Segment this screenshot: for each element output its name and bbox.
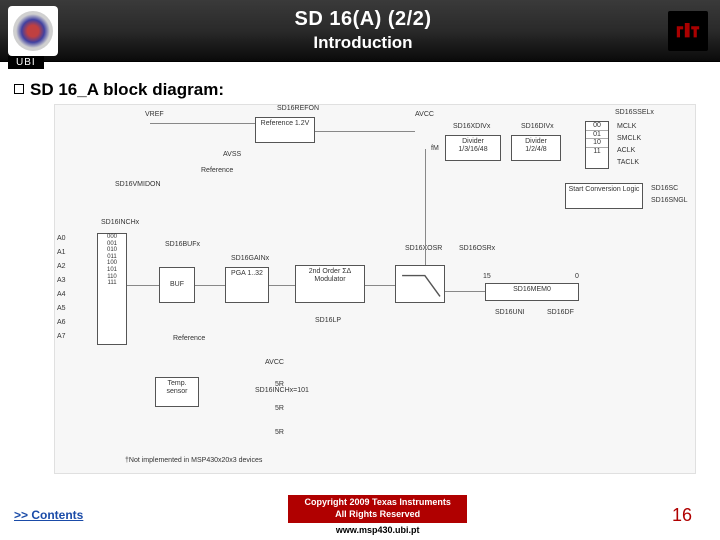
bullet-heading: SD 16_A block diagram: — [14, 80, 706, 100]
mux-111: 111 — [98, 280, 126, 287]
lbl-sd16xdivx: SD16XDIVx — [453, 123, 490, 130]
copyright-line2: All Rights Reserved — [304, 509, 450, 521]
ti-logo-icon — [668, 11, 708, 51]
wire — [127, 285, 159, 286]
blk-buf: BUF — [159, 267, 195, 303]
lbl-a3: A3 — [57, 277, 66, 284]
lbl-sd16uni: SD16UNI — [495, 309, 525, 316]
slide-header: UBI SD 16(A) (2/2) Introduction — [0, 0, 720, 62]
bullet-square-icon — [14, 84, 24, 94]
blk-divider2: Divider 1/2/4/8 — [511, 135, 561, 161]
lbl-r3: 5R — [275, 429, 284, 436]
blk-modulator: 2nd Order ΣΔ Modulator — [295, 265, 365, 303]
crest-icon — [13, 11, 53, 51]
lbl-taclk: TACLK — [617, 159, 639, 166]
mux-011: 011 — [98, 254, 126, 261]
lbl-sd16bufx: SD16BUFx — [165, 241, 200, 248]
lbl-avcc: AVCC — [415, 111, 434, 118]
wire — [445, 291, 485, 292]
lbl-sd16vmidon: SD16VMIDON — [115, 181, 161, 188]
ubi-crest — [8, 6, 58, 56]
lbl-sd16sselx: SD16SSELx — [615, 109, 654, 116]
slide-body: SD 16_A block diagram: VREF AVCC SD16REF… — [0, 62, 720, 474]
lbl-0: 0 — [575, 273, 579, 280]
bullet-text: SD 16_A block diagram: — [30, 80, 224, 100]
slide-number: 16 — [672, 505, 692, 526]
lbl-sd16df: SD16DF — [547, 309, 574, 316]
lbl-a2: A2 — [57, 263, 66, 270]
lbl-footnote: †Not implemented in MSP430x20x3 devices — [125, 457, 262, 464]
lbl-inchx101: SD16INCHx=101 — [255, 387, 309, 394]
lbl-aclk: ACLK — [617, 147, 635, 154]
blk-startconv: Start Conversion Logic — [565, 183, 643, 209]
lbl-vref: VREF — [145, 111, 164, 118]
mux-01: 01 — [586, 131, 608, 140]
lbl-reference: Reference — [201, 167, 233, 174]
contents-link[interactable]: >> Contents — [14, 508, 83, 522]
slide-subtitle: Introduction — [58, 33, 668, 53]
lbl-sd16inchx: SD16INCHx — [101, 219, 139, 226]
lbl-sd16lp: SD16LP — [315, 317, 341, 324]
lbl-avss: AVSS — [223, 151, 241, 158]
lbl-sd16divx: SD16DIVx — [521, 123, 554, 130]
mux-110: 110 — [98, 274, 126, 281]
slide-title: SD 16(A) (2/2) — [58, 8, 668, 31]
lbl-r1: 5R — [275, 381, 284, 388]
copyright-band: Copyright 2009 Texas Instruments All Rig… — [288, 495, 466, 522]
blk-sd16mem: SD16MEM0 — [485, 283, 579, 301]
copyright-line1: Copyright 2009 Texas Instruments — [304, 497, 450, 509]
lbl-reference2: Reference — [173, 335, 205, 342]
slide-footer: >> Contents Copyright 2009 Texas Instrum… — [0, 490, 720, 540]
copyright-block: Copyright 2009 Texas Instruments All Rig… — [83, 495, 672, 534]
lbl-a1: A1 — [57, 249, 66, 256]
lbl-r2: 5R — [275, 405, 284, 412]
blk-clkmux: 00 01 10 11 — [585, 121, 609, 169]
lbl-sd16xosr: SD16XOSR — [405, 245, 442, 252]
blk-pga: PGA 1..32 — [225, 267, 269, 303]
wire — [195, 285, 225, 286]
lbl-smclk: SMCLK — [617, 135, 641, 142]
lbl-15: 15 — [483, 273, 491, 280]
mux-100: 100 — [98, 260, 126, 267]
lbl-mclk: MCLK — [617, 123, 636, 130]
block-diagram: VREF AVCC SD16REFON Reference 1.2V AVSS … — [54, 104, 696, 474]
wire — [425, 149, 426, 265]
www-line: www.msp430.ubi.pt — [83, 525, 672, 535]
blk-divider1: Divider 1/3/16/48 — [445, 135, 501, 161]
wire — [315, 131, 415, 132]
lbl-a6: A6 — [57, 319, 66, 326]
lbl-sd16osrx: SD16OSRx — [459, 245, 495, 252]
mux-10: 10 — [586, 139, 608, 148]
blk-inmux: 000 001 010 011 100 101 110 111 — [97, 233, 127, 345]
mux-001: 001 — [98, 241, 126, 248]
lbl-fm: fM — [431, 145, 439, 152]
mux-00: 00 — [586, 122, 608, 131]
mux-010: 010 — [98, 247, 126, 254]
title-block: SD 16(A) (2/2) Introduction — [58, 8, 668, 53]
lbl-a7: A7 — [57, 333, 66, 340]
lbl-a0: A0 — [57, 235, 66, 242]
mux-11: 11 — [586, 148, 608, 156]
mux-000: 000 — [98, 234, 126, 241]
mux-101: 101 — [98, 267, 126, 274]
lbl-a4: A4 — [57, 291, 66, 298]
blk-filter-icon — [395, 265, 445, 303]
wire — [150, 123, 255, 124]
ubi-label: UBI — [8, 56, 44, 69]
blk-temp: Temp. sensor — [155, 377, 199, 407]
lbl-sd16refon: SD16REFON — [277, 105, 319, 112]
wire — [269, 285, 295, 286]
lbl-avcc2: AVCC — [265, 359, 284, 366]
lbl-sd16sngl: SD16SNGL — [651, 197, 688, 204]
lbl-sd16gainx: SD16GAINx — [231, 255, 269, 262]
blk-reference: Reference 1.2V — [255, 117, 315, 143]
wire — [365, 285, 395, 286]
lbl-a5: A5 — [57, 305, 66, 312]
lbl-sd16sc: SD16SC — [651, 185, 678, 192]
